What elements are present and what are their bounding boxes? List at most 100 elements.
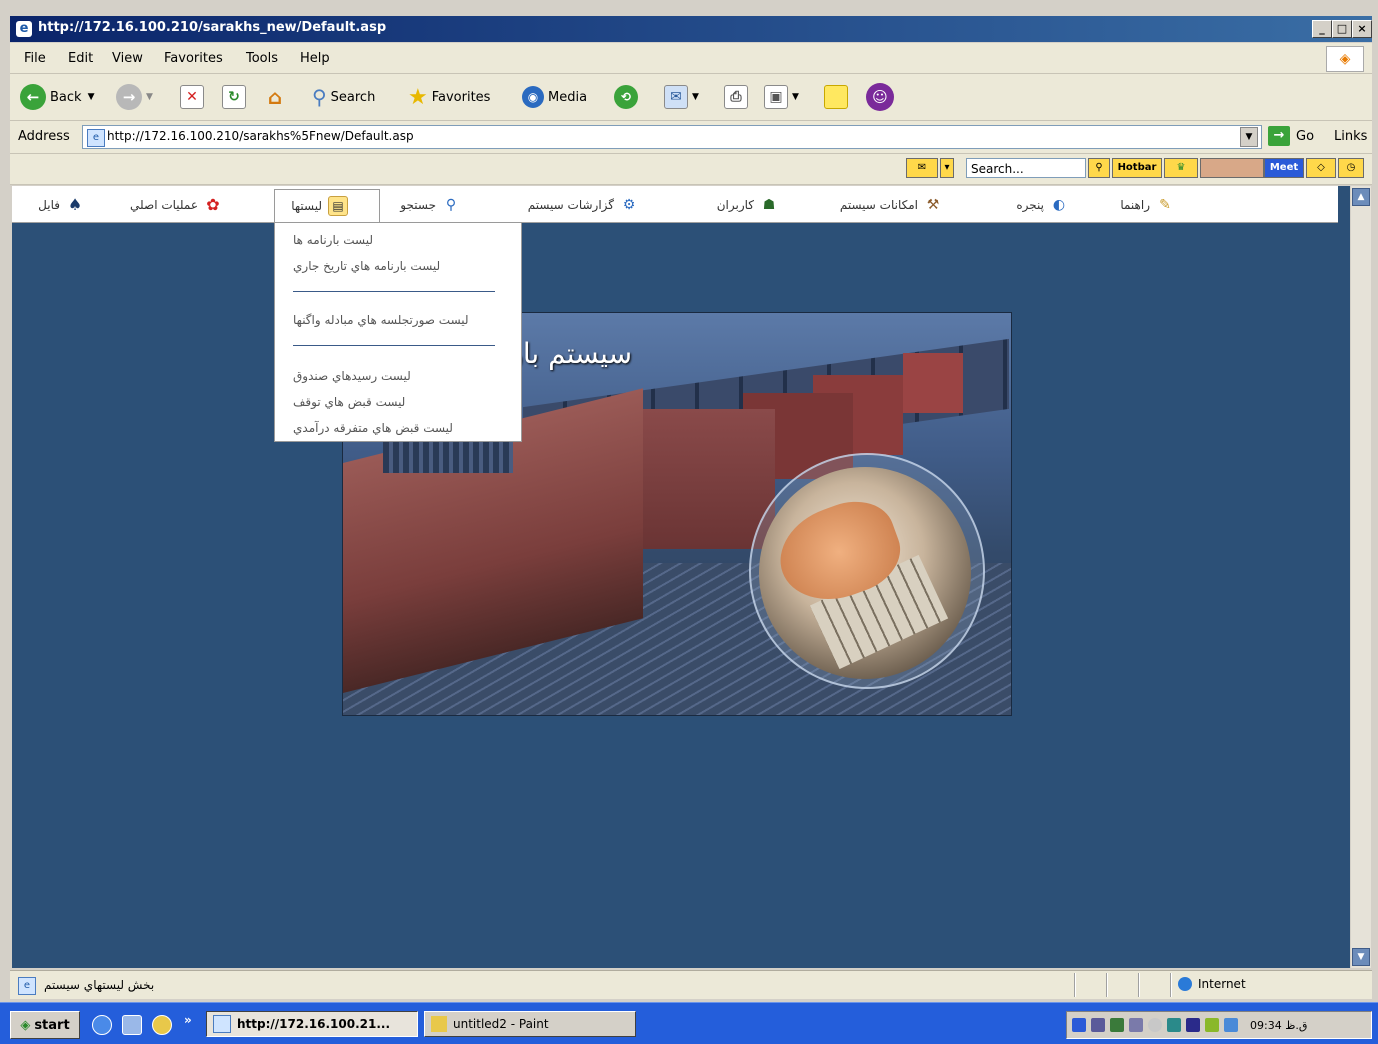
list-icon: ▤ (328, 196, 348, 216)
users-icon: ☗ (762, 197, 776, 213)
search-icon: ⚲ (312, 85, 327, 109)
menu-item-stop-receipts[interactable]: ليست قبض هاي توقف (293, 395, 405, 409)
forward-arrow-icon: → (116, 84, 142, 110)
tray-icon[interactable] (1224, 1018, 1238, 1032)
crown-icon[interactable]: ♛ (1164, 158, 1198, 178)
refresh-button[interactable]: ↻ (222, 82, 250, 112)
scroll-up-icon[interactable]: ▲ (1352, 188, 1370, 206)
scroll-down-icon[interactable]: ▼ (1352, 948, 1370, 966)
close-button[interactable]: × (1352, 20, 1372, 38)
nav-item-system-reports[interactable]: ⚙ گزارشات سيستم (528, 196, 638, 214)
back-button[interactable]: ← Back ▼ (20, 82, 94, 112)
tray-icon[interactable] (1091, 1018, 1105, 1032)
favorites-button[interactable]: ★ Favorites (408, 82, 490, 112)
menu-tools[interactable]: Tools (246, 51, 278, 66)
nav-item-help[interactable]: ✎ راهنما (1120, 196, 1174, 214)
desktop-quicklaunch-icon[interactable] (122, 1015, 142, 1035)
search-button[interactable]: ⚲ Search (312, 82, 375, 112)
ie-icon (213, 1015, 231, 1033)
gear-icon: ✿ (206, 195, 220, 214)
tray-icon[interactable] (1148, 1018, 1162, 1032)
notes-button[interactable] (824, 82, 852, 112)
menu-help[interactable]: Help (300, 51, 330, 66)
chevron-down-icon[interactable]: ▾ (940, 158, 954, 178)
hotbar-search-input[interactable]: Search... (966, 158, 1086, 178)
search-icon[interactable]: ⚲ (1088, 158, 1110, 178)
network-icon[interactable] (1129, 1018, 1143, 1032)
nav-item-label: پنجره (1016, 198, 1044, 212)
nav-item-lists[interactable]: ▤ ليستها (291, 196, 348, 216)
keyboard-hand-image (759, 467, 971, 679)
menu-item-misc-income-receipts[interactable]: ليست قبض هاي متفرقه درآمدي (293, 421, 453, 435)
zone-label: Internet (1198, 977, 1246, 991)
help-icon: ✎ (1159, 197, 1171, 213)
address-dropdown-icon[interactable]: ▼ (1240, 127, 1258, 147)
go-button[interactable]: → Go (1268, 125, 1314, 147)
meet-button[interactable]: Meet (1264, 158, 1304, 178)
menu-favorites[interactable]: Favorites (164, 51, 223, 66)
media-quicklaunch-icon[interactable] (152, 1015, 172, 1035)
diamond-icon[interactable]: ◇ (1306, 158, 1336, 178)
nav-item-label: امکانات سيستم (839, 198, 918, 212)
messenger-button[interactable]: ☺ (866, 82, 898, 112)
taskbar-item-label: untitled2 - Paint (453, 1017, 549, 1031)
tray-icon[interactable] (1205, 1018, 1219, 1032)
nav-item-search[interactable]: ⚲ جستجو (400, 196, 460, 214)
stop-button[interactable]: ✕ (180, 82, 208, 112)
go-arrow-icon: → (1268, 126, 1290, 146)
search-label: Search (330, 89, 376, 105)
nav-item-file[interactable]: ♠ فايل (38, 196, 84, 214)
window-title: http://172.16.100.210/sarakhs_new/Defaul… (38, 20, 387, 35)
refresh-icon: ↻ (222, 85, 246, 109)
links-button[interactable]: Links (1334, 129, 1367, 144)
mail-button[interactable]: ✉ ▼ (664, 82, 699, 112)
print-icon: ⎙ (724, 85, 748, 109)
nav-item-system-features[interactable]: ⚒ امکانات سيستم (840, 196, 942, 214)
nav-item-window[interactable]: ◐ پنجره (1016, 196, 1068, 214)
mail-icon[interactable]: ✉ (906, 158, 938, 178)
page-icon: e (18, 977, 36, 995)
start-button[interactable]: ◈ start (10, 1011, 80, 1039)
tray-icon[interactable] (1167, 1018, 1181, 1032)
nav-item-users[interactable]: ☗ کاربران (717, 196, 778, 214)
print-button[interactable]: ⎙ (724, 82, 752, 112)
spade-icon: ♠ (67, 195, 83, 214)
address-input[interactable] (107, 128, 1227, 144)
home-button[interactable]: ⌂ (264, 82, 290, 112)
clock[interactable]: 09:34 ق.ظ (1250, 1019, 1307, 1032)
media-button[interactable]: ◉ Media (522, 82, 587, 112)
hotbar-button[interactable]: Hotbar (1112, 158, 1162, 178)
nav-item-main-operations[interactable]: ✿ عمليات اصلي (130, 196, 222, 214)
language-icon[interactable] (1072, 1018, 1086, 1032)
taskbar-item-browser[interactable]: http://172.16.100.21... (206, 1011, 418, 1037)
windows-logo-icon: ◈ (1326, 46, 1364, 72)
clock-icon[interactable]: ◷ (1338, 158, 1364, 178)
report-icon: ⚙ (622, 197, 636, 213)
menu-edit[interactable]: Edit (68, 51, 93, 66)
system-tray: 09:34 ق.ظ (1066, 1011, 1372, 1039)
edit-icon: ▣ (764, 85, 788, 109)
history-button[interactable]: ⟲ (614, 82, 642, 112)
tray-icon[interactable] (1186, 1018, 1200, 1032)
faces-icon[interactable] (1200, 158, 1264, 178)
taskbar-item-paint[interactable]: untitled2 - Paint (424, 1011, 636, 1037)
menu-item-current-date-waybills[interactable]: ليست بارنامه هاي تاريخ جاري (293, 259, 440, 273)
menu-item-cash-receipts[interactable]: ليست رسيدهاي صندوق (293, 369, 411, 383)
tray-icon[interactable] (1110, 1018, 1124, 1032)
menu-file[interactable]: File (24, 51, 46, 66)
ie-quicklaunch-icon[interactable] (92, 1015, 112, 1035)
maximize-button[interactable]: □ (1332, 20, 1352, 38)
quicklaunch-chevron-icon[interactable]: » (184, 1013, 192, 1027)
minimize-button[interactable]: _ (1312, 20, 1332, 38)
vertical-scrollbar[interactable]: ▲ ▼ (1351, 186, 1371, 968)
menu-item-wagon-exchange-minutes[interactable]: ليست صورتجلسه هاي مبادله واگنها (293, 313, 469, 327)
edit-button[interactable]: ▣ ▼ (764, 82, 799, 112)
messenger-icon: ☺ (866, 83, 894, 111)
menu-separator (293, 345, 495, 346)
menu-view[interactable]: View (112, 51, 143, 66)
start-label: start (34, 1017, 70, 1033)
security-zone: Internet (1178, 977, 1246, 991)
forward-button[interactable]: → ▼ (116, 82, 153, 112)
menu-item-waybill-list[interactable]: ليست بارنامه ها (293, 233, 373, 247)
nav-item-label: عمليات اصلي (130, 198, 198, 212)
